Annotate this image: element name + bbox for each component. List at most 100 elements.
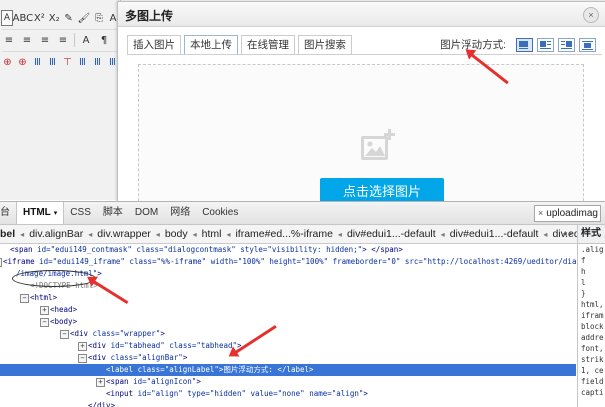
toolbar-button[interactable]: ⊕	[16, 54, 29, 70]
toolbar-button[interactable]: ✎	[63, 10, 75, 26]
toolbar-row-1: A ABC X² X₂ ✎ 🖌 ⎘ A	[0, 8, 120, 28]
toolbar-button[interactable]: ≡	[19, 32, 35, 48]
close-button[interactable]: ×	[583, 7, 599, 23]
tree-tag: <input	[106, 389, 134, 398]
toolbar-button[interactable]: ≡	[1, 32, 17, 48]
toolbar-button[interactable]: A	[1, 10, 13, 26]
align-center-icon[interactable]	[579, 37, 596, 52]
breadcrumb-item[interactable]: div#edui1...-default	[445, 228, 544, 240]
align-none-icon[interactable]	[516, 37, 533, 52]
toolbar-button[interactable]: ¶	[96, 32, 112, 48]
tree-tag: <span	[10, 245, 33, 254]
tree-node[interactable]: −<iframe id="edui149_iframe" class="%%-i…	[0, 256, 576, 268]
toolbar-glyph: ≡	[4, 34, 14, 46]
align-bar: 图片浮动方式:	[440, 37, 596, 52]
style-rule-line: ifram	[581, 311, 604, 320]
devtools-tab-4[interactable]: 网络	[164, 202, 196, 224]
breadcrumb-item[interactable]: div.wrapper	[92, 228, 156, 240]
tab-3[interactable]: 图片搜索	[298, 35, 352, 54]
image-placeholder-icon	[361, 129, 395, 160]
toolbar-glyph: Ⅲ	[94, 56, 101, 68]
toolbar-button[interactable]: Ⅲ	[31, 54, 44, 70]
toolbar-button[interactable]: A	[78, 32, 94, 48]
tree-node[interactable]: + <head>	[0, 304, 576, 316]
align-left-icon[interactable]	[537, 37, 554, 52]
toolbar-button[interactable]: ⊕	[1, 54, 14, 70]
tree-tag: <label	[106, 365, 134, 374]
collapse-icon[interactable]: −	[60, 330, 69, 339]
tree-attrs: class="alignLabel"	[133, 365, 219, 374]
tree-node[interactable]: <input id="align" type="hidden" value="n…	[0, 388, 576, 400]
tree-attrs: id="alignIcon"	[128, 377, 197, 386]
tab-2[interactable]: 在线管理	[241, 35, 295, 54]
tab-1[interactable]: 本地上传	[184, 35, 238, 55]
clear-search-icon[interactable]: ×	[538, 208, 543, 218]
tree-node[interactable]: − <body>	[0, 316, 576, 328]
toolbar-button[interactable]: ABC	[13, 10, 34, 26]
breadcrumb-item[interactable]: div#edui1...-default	[342, 228, 441, 240]
tab-style[interactable]: 样式	[578, 225, 605, 244]
toolbar-button[interactable]: ≡	[55, 32, 71, 48]
devtools-tab-0[interactable]: HTML ▾	[16, 202, 65, 224]
style-rule-line: .alig	[581, 245, 604, 254]
toolbar-button[interactable]: Ⅲ	[46, 54, 59, 70]
devtools-tab-2[interactable]: 脚本	[97, 202, 129, 224]
toolbar-glyph: A	[109, 12, 117, 24]
breadcrumb-item[interactable]: bel	[0, 228, 20, 240]
breadcrumb-item[interactable]: body	[160, 228, 193, 240]
collapse-icon[interactable]: −	[78, 354, 87, 363]
toolbar-button[interactable]: ≡	[37, 32, 53, 48]
toolbar-button[interactable]: Ⅲ	[76, 54, 89, 70]
tree-tag: <body>	[50, 317, 78, 326]
html-tree: <span id="edui149_contmask" class="dialo…	[0, 244, 576, 407]
chevron-down-icon[interactable]: ▾	[54, 210, 58, 217]
toolbar-button[interactable]: ⎘	[93, 10, 105, 26]
toolbar-button[interactable]: 🖌	[77, 10, 92, 26]
tree-node[interactable]: <span id="edui149_contmask" class="dialo…	[0, 244, 576, 256]
tab-0[interactable]: 插入图片	[127, 35, 181, 54]
toolbar-glyph: X₂	[48, 12, 60, 24]
style-rule-line: capti	[581, 388, 604, 397]
tree-node[interactable]: <label class="alignLabel">图片浮动方式: </labe…	[0, 364, 576, 376]
multi-image-upload-dialog: 多图上传 × 插入图片 本地上传 在线管理 图片搜索 图片浮动方式: 点击选择图…	[117, 1, 605, 226]
toolbar-button[interactable]: X₂	[48, 10, 61, 26]
toolbar-glyph: 🖌	[77, 12, 91, 24]
style-rule-line: block	[581, 322, 604, 331]
toolbar-button[interactable]: ⊤	[61, 54, 74, 70]
collapse-icon[interactable]: −	[0, 258, 2, 267]
style-rule-line: f	[581, 256, 586, 265]
devtools-tab-bar: 台 HTML ▾ CSS 脚本 DOM 网络 Cookies	[0, 202, 605, 225]
toolbar-row-2: ≡ ≡ ≡ ≡ A ¶	[0, 30, 120, 50]
devtools-panel: 台 HTML ▾ CSS 脚本 DOM 网络 Cookies × uploadimag bel…	[0, 201, 605, 407]
align-right-icon[interactable]	[558, 37, 575, 52]
tree-attrs: id="edui149_contmask" class="dialogcontm…	[32, 245, 363, 254]
breadcrumb-item[interactable]: html	[197, 228, 227, 240]
style-rule-line: html,	[581, 300, 604, 309]
toolbar-button[interactable]: Ⅲ	[91, 54, 104, 70]
tree-node[interactable]: − <div class="alignBar">	[0, 352, 576, 364]
style-rule-line: font,	[581, 344, 604, 353]
collapse-icon[interactable]: −	[40, 318, 49, 327]
tree-tail: >	[363, 389, 368, 398]
toolbar-button[interactable]: X²	[33, 10, 46, 26]
breadcrumb-item[interactable]: div.alignBar	[24, 228, 88, 240]
tree-node[interactable]: − <html>	[0, 292, 576, 304]
devtools-tab-1[interactable]: CSS	[64, 202, 97, 224]
breadcrumb-nav-icon[interactable]: ◂ ▸	[563, 229, 573, 238]
toolbar-glyph: ≡	[58, 34, 68, 46]
devtools-tab-3[interactable]: DOM	[129, 202, 164, 224]
tab-console[interactable]: 台	[0, 202, 16, 224]
tree-tag: <div	[70, 329, 89, 338]
style-rule-line: field	[581, 377, 604, 386]
breadcrumb-item[interactable]: iframe#ed...%-iframe	[230, 228, 337, 240]
expand-icon[interactable]: +	[40, 306, 49, 315]
tree-node[interactable]: − <div class="wrapper">	[0, 328, 576, 340]
devtools-tab-5[interactable]: Cookies	[196, 202, 244, 224]
expand-icon[interactable]: +	[78, 342, 87, 351]
collapse-icon[interactable]: −	[20, 294, 29, 303]
devtools-search-input[interactable]: × uploadimag	[534, 205, 601, 222]
tree-node[interactable]: + <span id="alignIcon">	[0, 376, 576, 388]
expand-icon[interactable]: +	[96, 378, 105, 387]
tree-node[interactable]: + <div id="tabhead" class="tabhead">	[0, 340, 576, 352]
toolbar-glyph: ⎘	[95, 12, 104, 24]
